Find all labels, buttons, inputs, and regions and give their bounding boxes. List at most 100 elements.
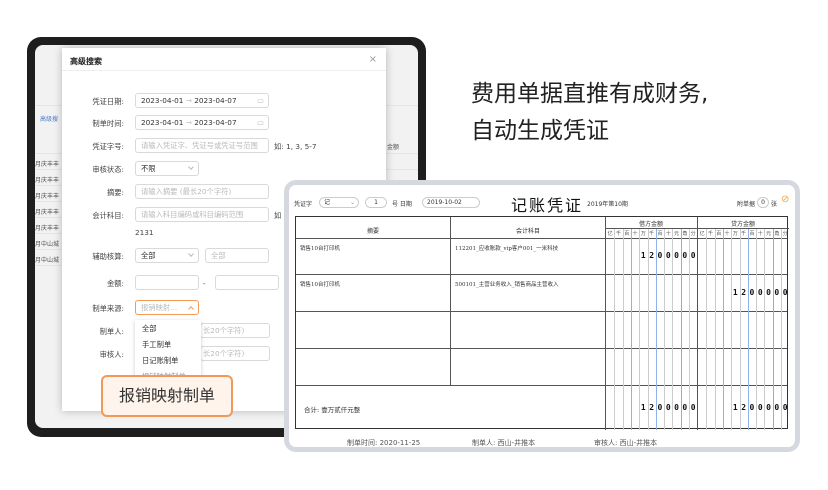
row-2-credit-digit: 0 (766, 287, 771, 297)
digit-gridline (781, 229, 782, 430)
digit-gridline (614, 229, 616, 430)
row-line (296, 274, 787, 275)
amount-min-input[interactable] (135, 275, 199, 290)
row-2-credit-digit: 2 (741, 287, 747, 297)
col-debit-header: 借方金额 (638, 221, 663, 228)
voucher-no-input[interactable]: 请输入凭证字、凭证号或凭证号范围 (135, 138, 269, 153)
col-summary-header: 摘要 (366, 228, 379, 235)
audit-status-value: 不限 (141, 164, 156, 173)
total-debit-digit: 2 (649, 402, 655, 412)
row-1-debit-digit: 0 (682, 251, 688, 260)
attachment-count[interactable]: 0 (757, 197, 769, 208)
debit-digit-header: 万 (640, 231, 646, 237)
total-debit-digit: 0 (657, 402, 663, 412)
digit-gridline (747, 229, 749, 430)
row-1-debit-digit: 0 (674, 251, 679, 260)
credit-digit-header: 千 (707, 231, 713, 237)
total-credit-digit: 0 (782, 402, 788, 412)
menu-item-manual[interactable]: 手工制单 (142, 340, 171, 350)
digit-gridline (714, 229, 716, 430)
voucher-date-label: 凭证日期: (92, 97, 124, 106)
attachment-unit: 张 (771, 201, 778, 208)
total-credit-digit: 0 (766, 402, 771, 412)
debit-digit-header: 十 (632, 231, 638, 237)
summary-input[interactable]: 请输入摘要 (最长20个字符) (135, 184, 269, 199)
row-2-credit-digit: 0 (757, 287, 763, 297)
credit-digit-header: 角 (774, 231, 780, 237)
digit-gridline (772, 229, 774, 430)
footer-make-time: 制单时间: 2020-11-25 (347, 439, 421, 447)
bg-tab: 高级搜 (40, 116, 59, 123)
headline: 费用单据直推有成财务, 自动生成凭证 (471, 76, 708, 150)
total-debit-digit: 0 (690, 402, 696, 412)
aux-select[interactable]: 全部 (135, 248, 199, 263)
total-debit-digit: 0 (674, 402, 679, 412)
col-account-header: 会计科目 (515, 228, 540, 235)
voucher-date-input[interactable]: 2019-10-02 (422, 197, 480, 208)
credit-digit-header: 分 (782, 231, 788, 237)
account-extra: 2131 (135, 228, 154, 237)
voucher-word-label: 凭证字 (294, 201, 313, 208)
voucher-card: 凭证字 记 ⌄ 1 号 日期 2019-10-02 记账凭证 2019年第10期… (284, 180, 800, 452)
account-label: 会计科目: (92, 211, 124, 220)
voucher-number-input[interactable]: 1 (365, 197, 387, 208)
digit-gridline (622, 229, 624, 430)
voucher-date-end: 2023-04-07 (194, 96, 237, 105)
row-1-account: 112201_应收账款_vip客户001_一米科技 (455, 246, 559, 252)
voucher-date-range[interactable]: 2023-04-01 → 2023-04-07 ▭ (135, 93, 269, 108)
row-1-debit-digit: 0 (690, 251, 696, 260)
bg-row: 月庆丰丰 (35, 209, 60, 216)
col-line (605, 217, 606, 430)
source-select[interactable]: 报销映射... (135, 300, 199, 315)
make-time-range[interactable]: 2023-04-01 → 2023-04-07 ▭ (135, 115, 269, 130)
source-dropdown-menu: 全部 手工制单 日记账制单 报销映射制单 (135, 320, 201, 382)
credit-digit-header: 亿 (699, 231, 705, 237)
auditor-input[interactable]: 长20个字符) (200, 346, 270, 361)
audit-status-select[interactable]: 不限 (135, 161, 199, 176)
total-credit-digit: 0 (774, 402, 780, 412)
total-debit-digit: 0 (665, 402, 671, 412)
voucher-date-start: 2023-04-01 (141, 96, 184, 105)
close-icon[interactable]: × (369, 54, 377, 65)
source-label: 制单来源: (92, 304, 124, 313)
total-credit-digit: 0 (757, 402, 763, 412)
menu-item-journal[interactable]: 日记账制单 (142, 356, 178, 366)
row-2-credit-digit: 0 (774, 287, 780, 297)
debit-digit-header: 十 (665, 231, 671, 237)
row-line (296, 311, 787, 312)
summary-label: 摘要: (106, 188, 124, 197)
row-1-debit-digit: 2 (649, 251, 655, 260)
debit-digit-header: 千 (615, 231, 621, 237)
debit-digit-header: 分 (690, 231, 696, 237)
credit-digit-header: 千 (741, 231, 747, 237)
debit-digit-header: 元 (674, 231, 680, 237)
chevron-down-icon (188, 251, 194, 257)
bg-row: 月庆丰丰 (35, 177, 60, 184)
auditor-label: 审核人: (99, 350, 124, 359)
maker-label: 制单人: (99, 327, 124, 336)
credit-digit-header: 百 (716, 231, 722, 237)
voucher-word-select[interactable]: 记 ⌄ (319, 197, 359, 208)
paperclip-icon[interactable]: ⊘ (781, 194, 789, 205)
voucher-no-hint: 如: 1, 3, 5-7 (274, 142, 317, 151)
col-line (697, 217, 698, 430)
digit-gridline (764, 229, 766, 430)
maker-input[interactable]: 长20个字符) (200, 323, 270, 338)
total-credit-digit: 1 (732, 402, 738, 412)
amount-max-input[interactable] (215, 275, 279, 290)
amount-label: 金额: (106, 279, 124, 288)
row-line (296, 385, 787, 386)
voucher-word-value: 记 (324, 199, 331, 206)
aux-detail-select[interactable]: 全部 (205, 248, 269, 263)
row-1-summary: 销售10台打印机 (300, 246, 340, 252)
menu-item-all[interactable]: 全部 (142, 324, 157, 334)
digit-gridline (739, 229, 741, 430)
aux-label: 辅助核算: (92, 252, 124, 261)
digit-gridline (706, 229, 708, 430)
col-credit-header: 贷方金额 (730, 221, 755, 228)
total-credit-digit: 0 (749, 402, 755, 412)
account-input[interactable]: 请输入科目编码或科目编码范围 (135, 207, 269, 222)
chevron-down-icon (188, 164, 194, 170)
credit-digit-header: 万 (732, 231, 738, 237)
footer-maker: 制单人: 西山-井推本 (472, 439, 536, 447)
